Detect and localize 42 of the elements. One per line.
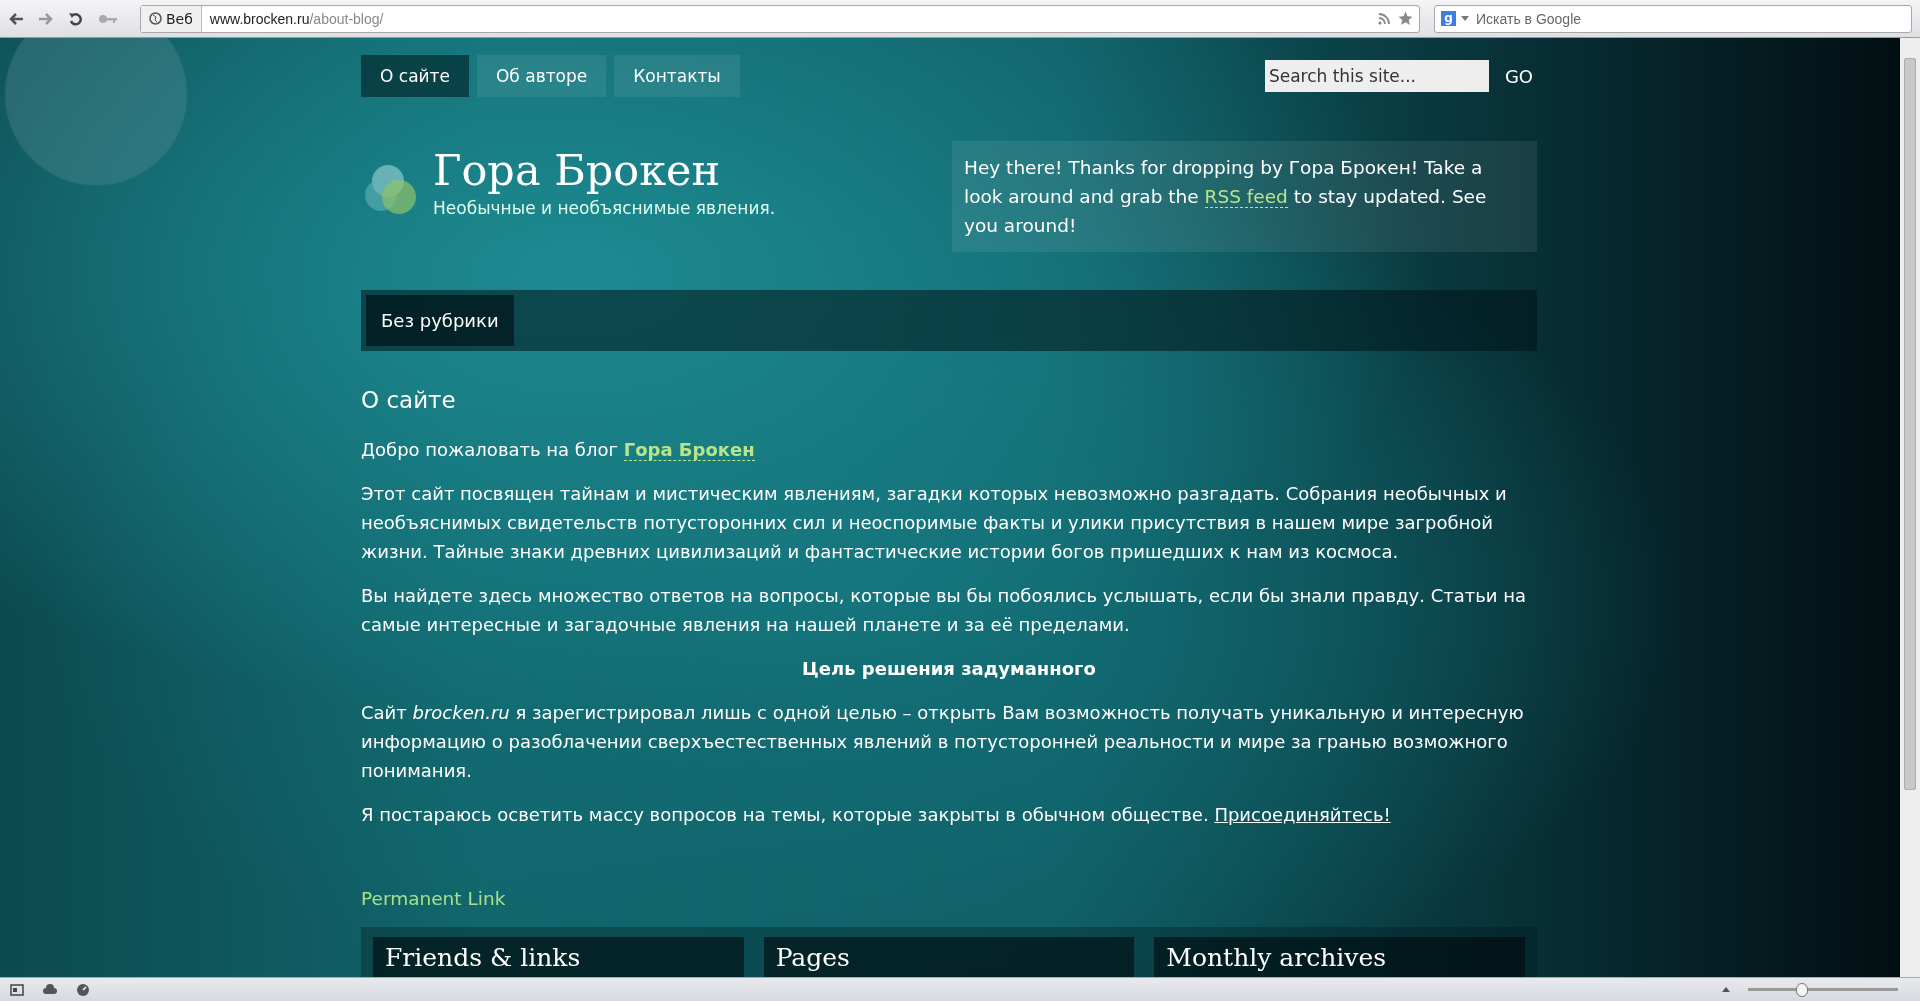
browser-search-field[interactable]: g Искать в Google [1434,4,1912,33]
permanent-link[interactable]: Permanent Link [361,888,506,909]
dropdown-caret-icon[interactable] [1461,16,1469,21]
scrollbar-thumb[interactable] [1904,58,1916,790]
url-text: www.brocken.ru/about-blog/ [209,10,385,27]
search-engine-icon[interactable]: g [1441,11,1456,26]
paragraph: Добро пожаловать на блог Гора Брокен [361,438,756,463]
paragraph: Я постараюсь осветить массу вопросов на темы, которые закрыты в обычном обществе. Присоединяйтесь! [361,803,1392,827]
scrollbar[interactable] [1900,38,1920,977]
section-heading: Цель решения задуманного [801,657,1097,681]
category-link[interactable]: Без рубрики [366,295,514,346]
nav-tab[interactable]: О сайте [361,55,469,97]
nav-tab[interactable]: Об авторе [476,55,607,97]
key-icon[interactable] [98,13,118,24]
window-icon[interactable] [10,983,24,996]
go-button[interactable]: GO [1500,61,1537,91]
site-title[interactable]: Гора Брокен [433,147,776,195]
zoom-slider-thumb[interactable] [1796,982,1808,997]
back-arrow-icon[interactable] [8,11,24,26]
site-tagline: Необычные и необъяснимые явления. [433,198,776,219]
post-title: О сайте [361,387,457,413]
widget-title: Friends & links [385,943,582,973]
nav-tab[interactable]: Контакты [614,55,740,97]
forward-arrow-icon[interactable] [38,11,54,26]
site-identity-button[interactable]: Веб [141,5,202,32]
paragraph: Этот сайт посвящен тайнам и мистическим явлениям, загадки которых невозможно разгадать. Собрания необычных и необъяснимых свидетельств потусторонних сил и неоспоримые факты и улики присутствия в нашем мире загробной жизни. Тайные знаки древних цивилизаций и фантастические истории богов пришедших к нам из космоса. [361,482,1508,564]
widget-title: Pages [775,943,851,973]
text-link[interactable]: Присоединяйтесь! [1214,804,1391,825]
text-link[interactable]: Гора Брокен [623,439,755,461]
site-search-field[interactable]: Search this site... [1264,60,1489,92]
star-icon[interactable] [1398,11,1413,26]
cloud-icon[interactable] [42,984,58,995]
paragraph: Вы найдете здесь множество ответов на вопросы, которые вы бы побоялись услышать, если бы знали правду. Статьи на самые интересные и загадочные явления на нашей планете и за её пределами. [361,584,1528,637]
reload-icon[interactable] [68,10,84,27]
rss-icon[interactable] [1378,12,1390,25]
paragraph: Сайт brocken.ru я зарегистрировал лишь с одной целью – открыть Вам возможность получать уникальную и интересную информацию о разоблачении сверхъестественных явлений в потусторонней реальности и мире за гранью возможного понимания. [361,701,1525,783]
rss-feed-link[interactable]: RSS feed [1204,186,1288,208]
welcome-text: Hey there! Thanks for dropping by Гора Брокен! Take a look around and grab the RSS feed to stay updated. See you around! [964,157,1487,236]
gauge-icon[interactable] [76,982,90,997]
up-caret-icon[interactable] [1722,987,1730,992]
address-bar[interactable]: Веб www.brocken.ru/about-blog/ [140,4,1420,33]
widget-title: Monthly archives [1166,943,1387,973]
